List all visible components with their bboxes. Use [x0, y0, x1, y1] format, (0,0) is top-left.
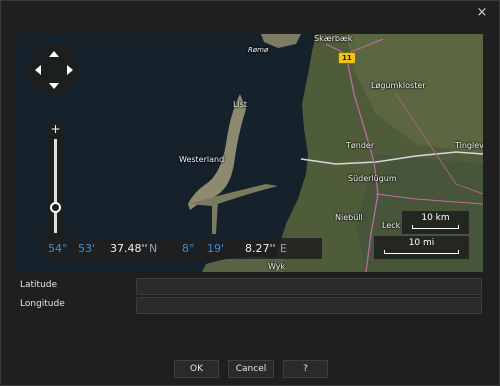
dialog-window: × 11 Skærbæk Rømø Løgumkloster List West…	[0, 0, 500, 386]
zoom-control: +	[46, 121, 65, 239]
coordinate-readout: 54° 53' 37.48'' N 8° 19' 8.27'' E	[42, 238, 322, 259]
zoom-slider-track[interactable]	[54, 139, 57, 233]
place-label-skaerbaek: Skærbæk	[314, 34, 353, 43]
scale-mi-label: 10 mi	[408, 238, 435, 248]
place-label-logumkloster: Løgumkloster	[371, 81, 426, 90]
place-label-westerland: Westerland	[179, 155, 225, 164]
longitude-hemisphere: E	[280, 242, 287, 255]
longitude-label: Longitude	[20, 299, 65, 309]
place-label-tonder: Tønder	[346, 141, 375, 150]
pan-control	[28, 44, 80, 96]
cancel-button[interactable]: Cancel	[228, 360, 274, 378]
place-label-niebull: Niebüll	[335, 213, 363, 222]
latitude-field[interactable]	[136, 278, 482, 295]
longitude-seconds: 8.27''	[245, 242, 276, 255]
place-label-suderlugum: Süderlügum	[348, 174, 397, 183]
place-label-wyk: Wyk	[268, 262, 286, 271]
road-shield-11: 11	[338, 52, 356, 64]
latitude-degrees: 54°	[48, 242, 68, 255]
latitude-label: Latitude	[20, 280, 58, 290]
pan-left-arrow-icon[interactable]	[35, 65, 41, 75]
place-label-tinglev: Tinglev	[455, 141, 483, 150]
map-view[interactable]: 11 Skærbæk Rømø Løgumkloster List Wester…	[16, 34, 483, 272]
longitude-minutes: 19'	[207, 242, 225, 255]
longitude-field[interactable]	[136, 297, 482, 314]
pan-down-arrow-icon[interactable]	[49, 83, 59, 89]
zoom-in-button[interactable]: +	[46, 122, 65, 136]
scale-km-bar	[412, 225, 459, 229]
latitude-minutes: 53'	[78, 242, 96, 255]
scale-mi-bar	[384, 250, 459, 254]
pan-right-arrow-icon[interactable]	[67, 65, 73, 75]
latitude-hemisphere: N	[149, 242, 158, 255]
longitude-degrees: 8°	[182, 242, 195, 255]
close-button[interactable]: ×	[474, 5, 490, 21]
place-label-leck: Leck	[382, 221, 401, 230]
scale-km-label: 10 km	[421, 213, 450, 223]
place-label-romo: Rømø	[248, 46, 269, 54]
scale-bar-km: 10 km	[402, 211, 469, 234]
help-button[interactable]: ?	[283, 360, 328, 378]
zoom-slider-thumb[interactable]	[50, 202, 61, 214]
ok-button[interactable]: OK	[174, 360, 219, 378]
latitude-seconds: 37.48''	[110, 242, 148, 255]
scale-bar-mi: 10 mi	[374, 236, 469, 259]
pan-up-arrow-icon[interactable]	[49, 51, 59, 57]
place-label-list: List	[233, 100, 247, 109]
